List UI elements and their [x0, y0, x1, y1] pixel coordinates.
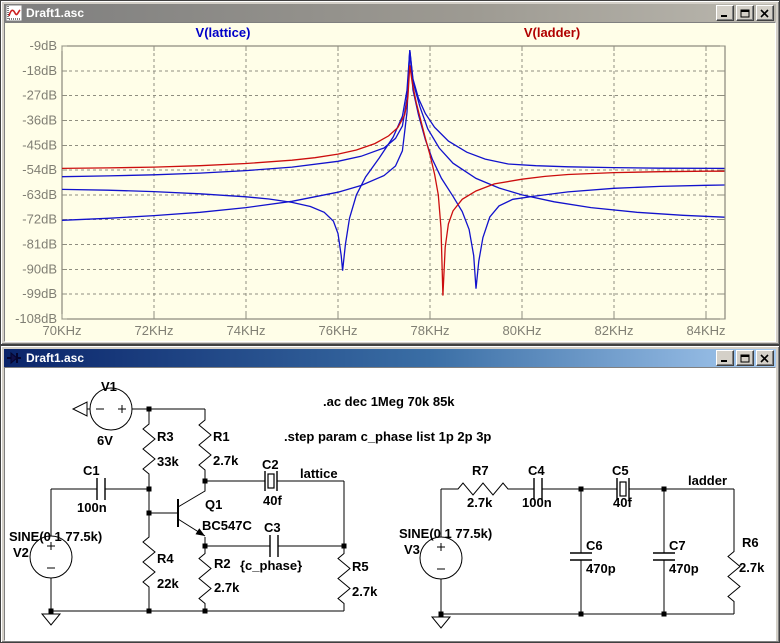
y-tick-label: -54dB	[22, 162, 57, 177]
r4-value[interactable]: 22k	[157, 576, 179, 591]
r3-name[interactable]: R3	[157, 429, 174, 444]
schematic-canvas[interactable]: V1 6V R3 33k R1 2.7k C1 100n C2 40f lattice Q1 BC547…	[4, 367, 776, 641]
schematic-app-icon	[6, 350, 22, 366]
v2-value[interactable]: SINE(0 1 77.5k)	[9, 529, 102, 544]
close-button[interactable]	[756, 350, 774, 366]
node-lattice[interactable]: lattice	[300, 466, 338, 481]
c1-value[interactable]: 100n	[77, 500, 107, 515]
directive-step[interactable]: .step param c_phase list 1p 2p 3p	[284, 429, 491, 444]
directive-ac[interactable]: .ac dec 1Meg 70k 85k	[323, 394, 455, 409]
q1-value[interactable]: BC547C	[202, 518, 252, 533]
plot-gridlines	[63, 47, 724, 318]
waveform-plot-area[interactable]: V(lattice) V(ladder) 70KHz 72KHz 74KHz 76KH…	[4, 22, 776, 342]
r2-name[interactable]: R2	[214, 556, 231, 571]
waveform-app-icon	[5, 4, 23, 22]
schematic-titlebar[interactable]: Draft1.asc	[4, 349, 776, 367]
y-tick-label: -45dB	[22, 137, 57, 152]
c4-value[interactable]: 100n	[522, 495, 552, 510]
q1-name[interactable]: Q1	[205, 497, 222, 512]
y-tick-label: -36dB	[22, 112, 57, 127]
x-tick-label: 78KHz	[410, 323, 449, 338]
y-tick-label: -27dB	[22, 88, 57, 103]
c7-value[interactable]: 470p	[669, 561, 699, 576]
r5-name[interactable]: R5	[352, 559, 369, 574]
r5-value[interactable]: 2.7k	[352, 584, 378, 599]
v1-name[interactable]: V1	[101, 379, 117, 394]
c1-name[interactable]: C1	[83, 463, 100, 478]
y-tick-label: -90dB	[22, 261, 57, 276]
c2-name[interactable]: C2	[262, 457, 279, 472]
trace-v-ladder-[interactable]	[61, 65, 725, 296]
v1-value[interactable]: 6V	[97, 433, 113, 448]
y-tick-label: -18dB	[22, 63, 57, 78]
waveform-canvas[interactable]: 70KHz 72KHz 74KHz 76KHz 78KHz 80KHz 82KHz 84KHz…	[5, 23, 775, 341]
y-tick-label: -108dB	[15, 311, 57, 326]
c2-crystal-box[interactable]	[267, 473, 275, 489]
maximize-button[interactable]	[736, 5, 754, 21]
r7-value[interactable]: 2.7k	[467, 495, 493, 510]
y-tick-label: -99dB	[22, 286, 57, 301]
y-tick-label: -9dB	[30, 38, 57, 53]
v3-name[interactable]: V3	[404, 542, 420, 557]
r1-value[interactable]: 2.7k	[213, 453, 239, 468]
waveform-titlebar[interactable]: Draft1.asc	[4, 4, 776, 22]
trace-v-lattice-c-phase-2p[interactable]	[61, 50, 725, 271]
x-tick-label: 80KHz	[502, 323, 541, 338]
r6-name[interactable]: R6	[742, 535, 759, 550]
v2-name[interactable]: V2	[13, 545, 29, 560]
waveform-window: Draft1.asc V(lattice) V(ladder) 70KHz 72K…	[0, 0, 780, 345]
y-tick-label: -81dB	[22, 237, 57, 252]
x-tick-label: 74KHz	[226, 323, 265, 338]
y-tick-label: -72dB	[22, 212, 57, 227]
npn-transistor-q1[interactable]	[177, 481, 206, 537]
schematic-window: Draft1.asc V1 6V R3 33k R1 2.7k C1 100n …	[0, 345, 780, 643]
maximize-button[interactable]	[736, 350, 754, 366]
c3-name[interactable]: C3	[264, 520, 281, 535]
voltage-source-v1[interactable]	[89, 387, 133, 431]
r7-name[interactable]: R7	[472, 463, 489, 478]
c5-crystal-box[interactable]	[619, 481, 627, 497]
r3-value[interactable]: 33k	[157, 454, 179, 469]
ground-symbol[interactable]	[40, 611, 452, 629]
node-ladder[interactable]: ladder	[688, 473, 727, 488]
y-tick-label: -63dB	[22, 187, 57, 202]
r2-value[interactable]: 2.7k	[214, 580, 240, 595]
minimize-button[interactable]	[716, 5, 734, 21]
v3-value[interactable]: SINE(0 1 77.5k)	[399, 526, 492, 541]
r1-name[interactable]: R1	[213, 429, 230, 444]
r4-name[interactable]: R4	[157, 551, 174, 566]
port-arrow-icon[interactable]	[71, 401, 88, 417]
minimize-button[interactable]	[716, 350, 734, 366]
voltage-source-v3[interactable]	[419, 536, 463, 580]
plot-traces	[61, 50, 725, 296]
c6-name[interactable]: C6	[586, 538, 603, 553]
plot-tick-marks	[61, 45, 725, 320]
ltspice-desktop: { "windows": { "plot": { "title": "Draft…	[0, 0, 780, 643]
c3-value[interactable]: {c_phase}	[240, 558, 302, 573]
legend-v-ladder[interactable]: V(ladder)	[482, 25, 622, 40]
c6-value[interactable]: 470p	[586, 561, 616, 576]
x-tick-label: 76KHz	[318, 323, 357, 338]
x-tick-label: 72KHz	[134, 323, 173, 338]
x-tick-label: 82KHz	[594, 323, 633, 338]
trace-v-lattice-c-phase-1p[interactable]	[61, 50, 725, 178]
schematic-window-title: Draft1.asc	[26, 351, 85, 365]
close-button[interactable]	[756, 5, 774, 21]
c4-name[interactable]: C4	[528, 463, 545, 478]
c5-name[interactable]: C5	[612, 463, 629, 478]
c7-name[interactable]: C7	[669, 538, 686, 553]
x-tick-label: 84KHz	[686, 323, 725, 338]
r6-value[interactable]: 2.7k	[739, 560, 765, 575]
waveform-window-title: Draft1.asc	[26, 6, 85, 20]
legend-v-lattice[interactable]: V(lattice)	[153, 25, 293, 40]
c5-value[interactable]: 40f	[613, 495, 632, 510]
c2-value[interactable]: 40f	[263, 493, 282, 508]
plot-border	[61, 45, 726, 320]
